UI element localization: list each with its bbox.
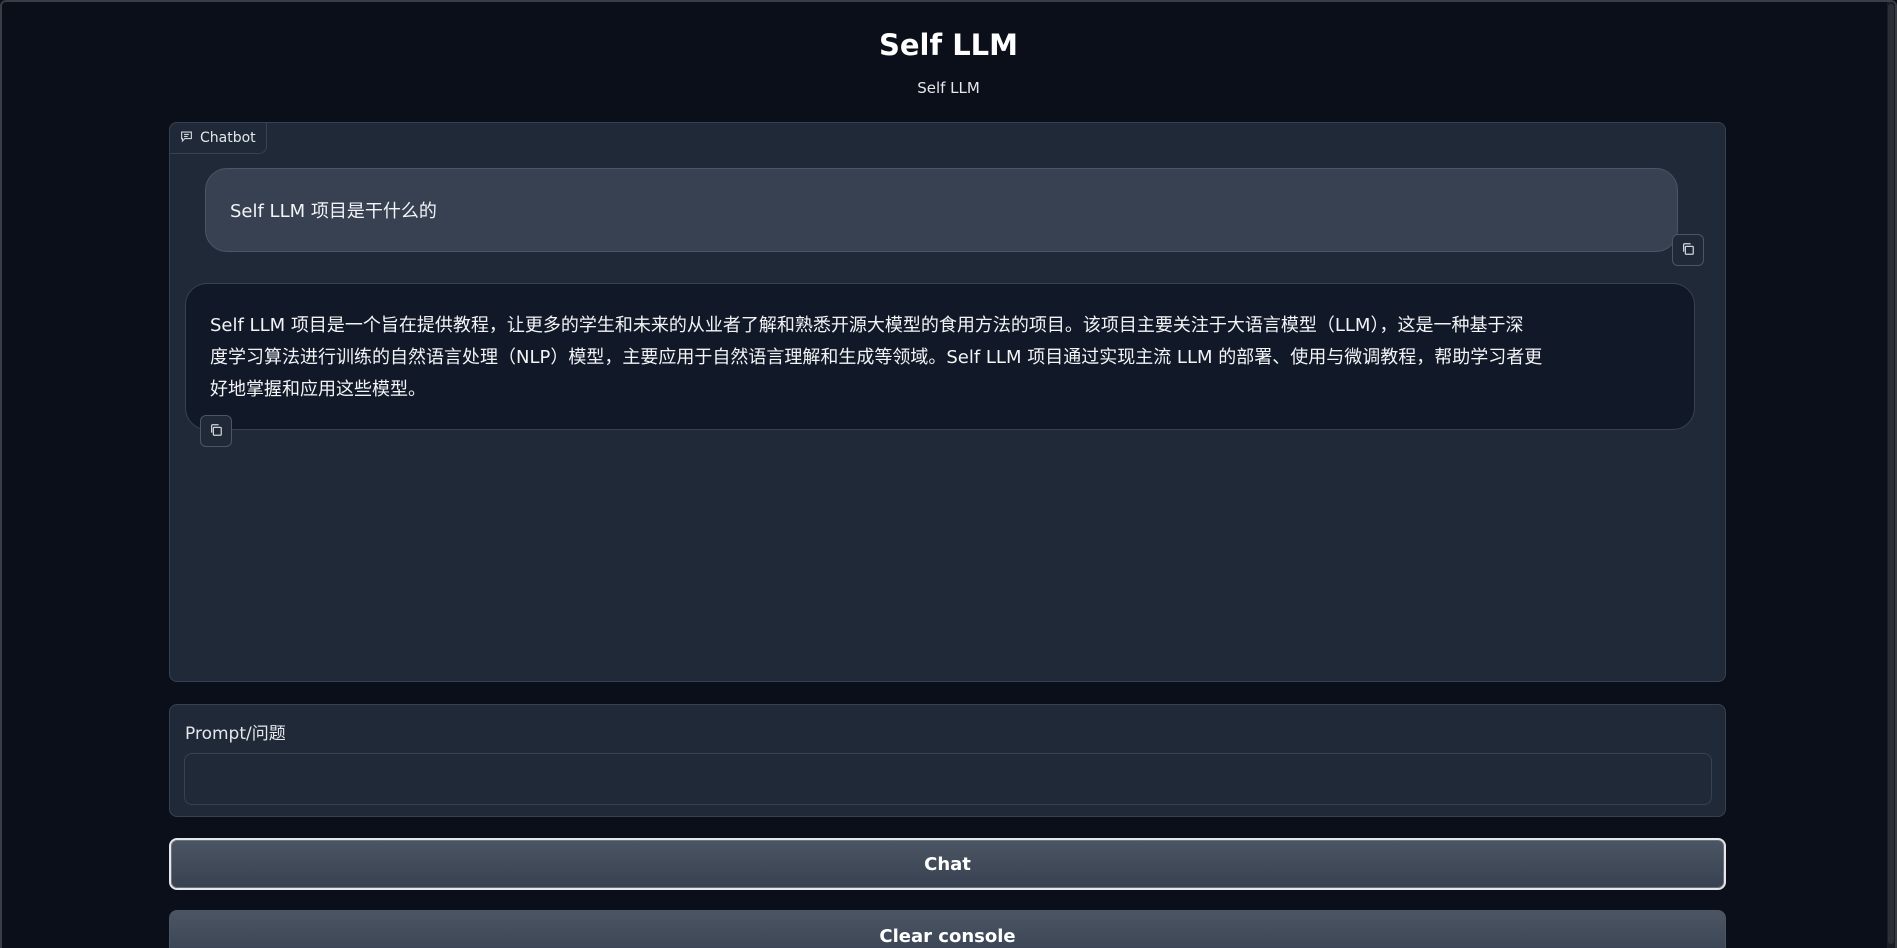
chatbot-panel: Chatbot Self LLM 项目是干什么的 Self LLM 项目是一个旨… <box>169 122 1726 682</box>
prompt-panel: Prompt/问题 <box>169 704 1726 817</box>
bot-message-line: Self LLM 项目是一个旨在提供教程，让更多的学生和未来的从业者了解和熟悉开… <box>210 315 1524 336</box>
prompt-input[interactable] <box>184 753 1712 805</box>
page-title: Self LLM <box>878 28 1019 62</box>
bot-message: Self LLM 项目是一个旨在提供教程，让更多的学生和未来的从业者了解和熟悉开… <box>185 283 1695 430</box>
page-subtitle: Self LLM <box>917 79 980 97</box>
copy-icon <box>209 422 223 441</box>
chat-button[interactable]: Chat <box>169 838 1726 890</box>
chatbot-label: Chatbot <box>169 122 267 154</box>
bot-message-line: 度学习算法进行训练的自然语言处理（NLP）模型，主要应用于自然语言理解和生成等领… <box>210 347 1543 368</box>
user-message-text: Self LLM 项目是干什么的 <box>230 201 437 222</box>
copy-icon <box>1681 241 1695 260</box>
scrollbar[interactable] <box>1887 2 1895 948</box>
bot-message-line: 好地掌握和应用这些模型。 <box>210 379 426 400</box>
chat-bubble-icon <box>180 130 193 147</box>
chatbot-label-text: Chatbot <box>200 130 256 146</box>
copy-bot-message-button[interactable] <box>200 415 232 447</box>
app-window: Self LLM Self LLM Chatbot Self LLM 项目是干什… <box>0 0 1897 948</box>
clear-console-button[interactable]: Clear console <box>169 910 1726 948</box>
copy-user-message-button[interactable] <box>1672 234 1704 266</box>
page-header: Self LLM Self LLM <box>2 24 1895 97</box>
scrollbar-thumb[interactable] <box>1888 4 1894 944</box>
prompt-label: Prompt/问题 <box>185 724 286 744</box>
user-message: Self LLM 项目是干什么的 <box>205 168 1678 252</box>
